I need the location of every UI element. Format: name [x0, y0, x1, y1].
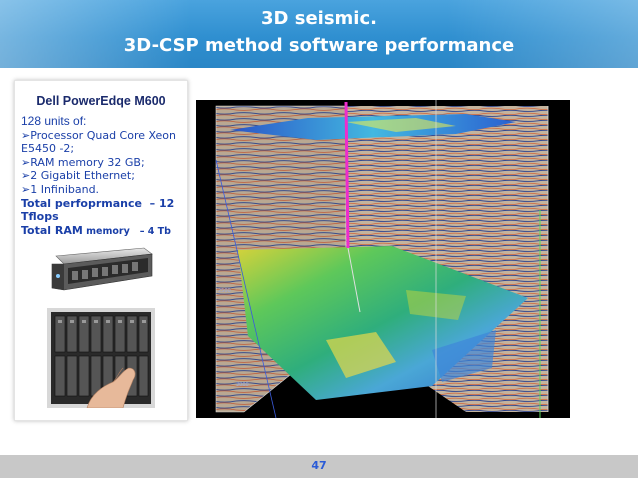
slide-title: 3D seismic.: [261, 8, 377, 29]
panel-heading: Dell PowerEdqe M600: [36, 94, 166, 108]
performance-unit: Tflops: [21, 210, 59, 224]
page-number: 47: [311, 459, 327, 472]
blade-server-image: [51, 247, 153, 291]
slide-subtitle: 3D-CSP method software performance: [123, 35, 515, 56]
depth-tick-label: 2500: [218, 288, 231, 294]
ram-label: Total RAM: [21, 223, 83, 237]
ram-mid: memory: [82, 225, 134, 237]
depth-tick-label: 3000: [236, 382, 249, 388]
seismic-3d-visualization: 2500 3000: [196, 100, 570, 418]
spec-line: 128 units of:: [21, 114, 87, 128]
blade-enclosure-image: [47, 308, 155, 408]
performance-line: Total perfoprmance – 12: [21, 196, 175, 210]
spec-line: E5450 -2;: [21, 142, 75, 156]
spec-line: ➢2 Gigabit Ethernet;: [21, 169, 135, 183]
ram-value: – 4 Tb: [133, 225, 171, 237]
spec-line: ➢Processor Quad Core Xeon: [21, 128, 177, 142]
spec-list: 128 units of: ➢Processor Quad Core Xeon …: [21, 114, 186, 239]
spec-line: ➢1 Infiniband.: [21, 182, 100, 196]
ram-line: Total RAM memory – 4 Tb: [21, 224, 186, 239]
spec-line: ➢RAM memory 32 GB;: [21, 155, 145, 169]
